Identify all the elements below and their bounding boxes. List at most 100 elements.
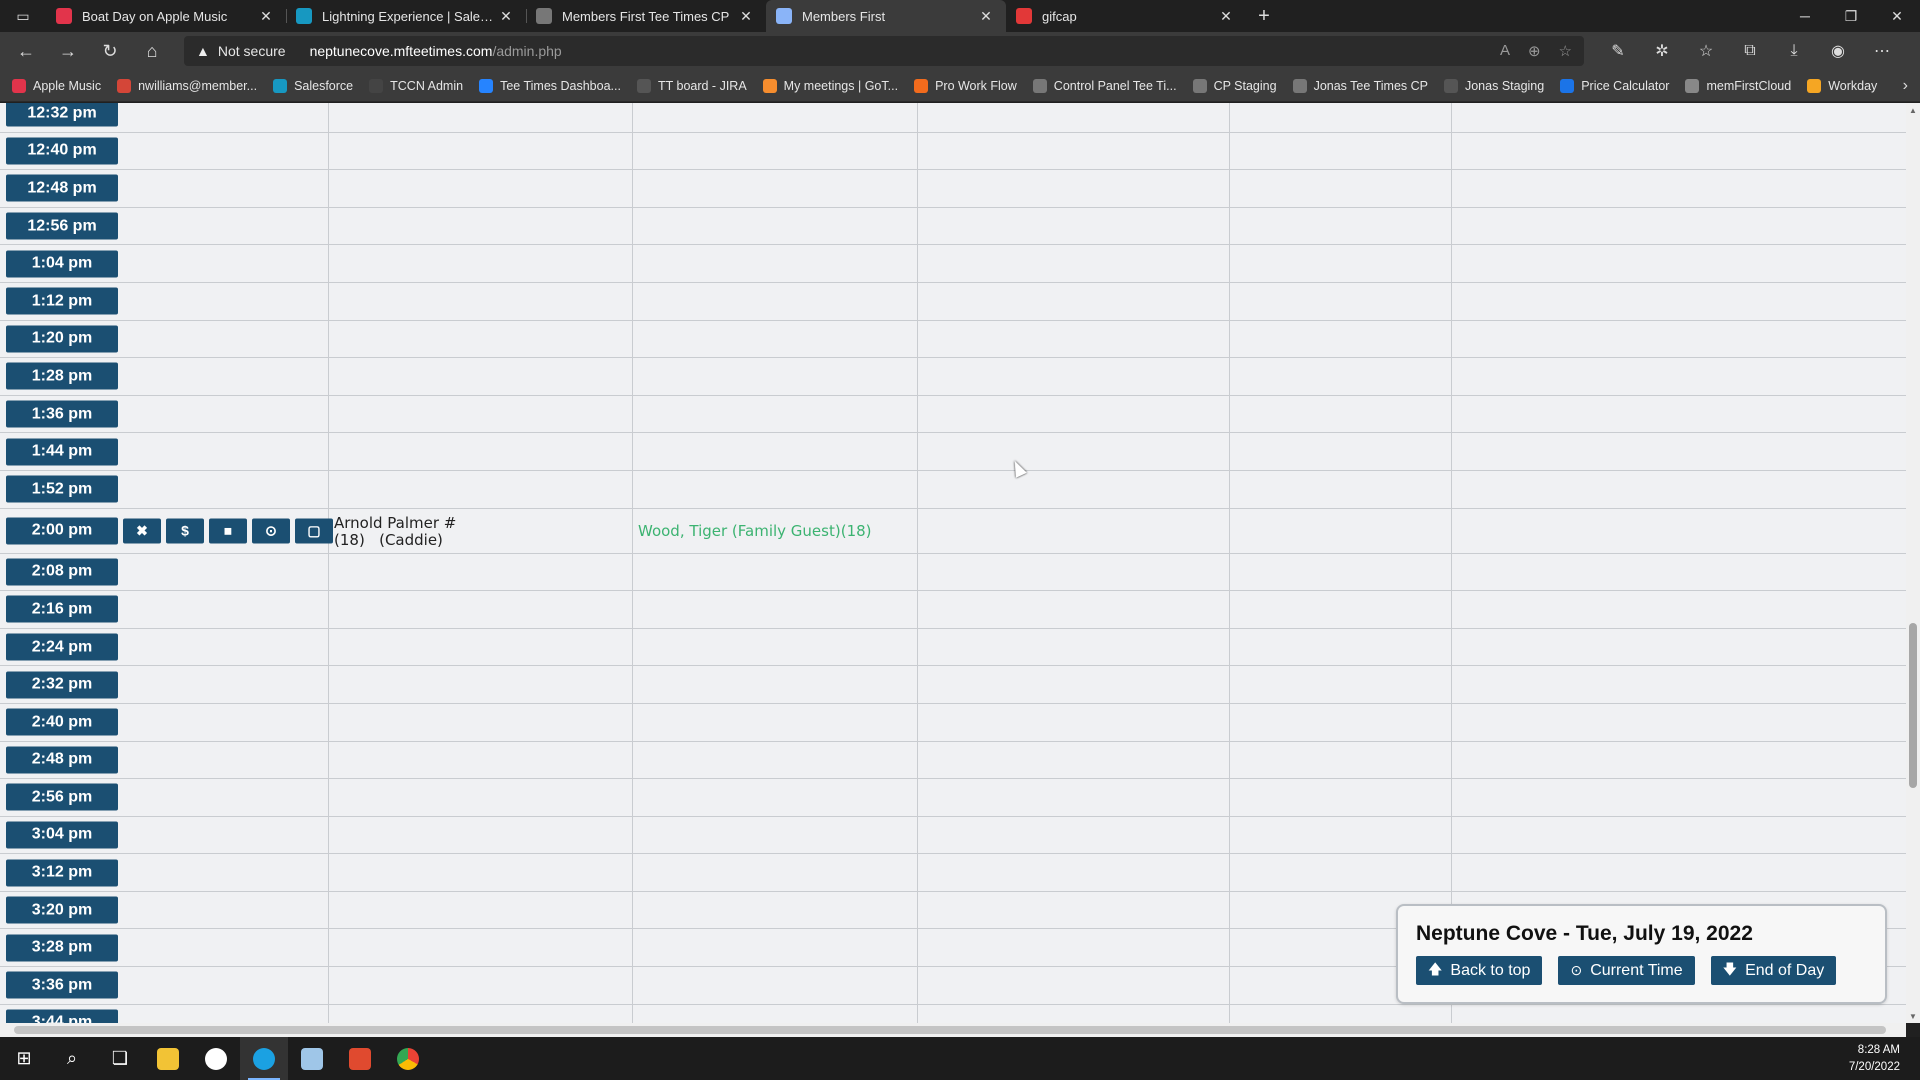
player-slot-4[interactable] <box>1230 470 1452 508</box>
player-slot-2[interactable] <box>633 395 918 433</box>
notepad-icon[interactable] <box>288 1037 336 1080</box>
extensions-puzzle-icon[interactable]: ✲ <box>1640 36 1684 66</box>
home-button[interactable]: ⌂ <box>134 36 170 66</box>
player-slot-3[interactable] <box>918 929 1230 967</box>
tee-time-button[interactable]: 2:00 pm <box>6 517 118 545</box>
new-tab-button[interactable]: + <box>1246 0 1282 32</box>
bookmark-item[interactable]: Jonas Tee Times CP <box>1292 78 1428 93</box>
player-slot-1[interactable] <box>329 628 633 666</box>
tab-0[interactable]: Boat Day on Apple Music ✕ <box>46 0 286 32</box>
zoom-icon[interactable]: ⊕ <box>1528 42 1541 60</box>
player-slot-4[interactable] <box>1230 816 1452 854</box>
notes-slot[interactable] <box>1452 854 1906 891</box>
bookmark-item[interactable]: memFirstCloud <box>1685 78 1791 93</box>
player-slot-2[interactable] <box>633 103 918 132</box>
scroll-down-icon[interactable]: ▼ <box>1906 1009 1920 1023</box>
notes-slot[interactable] <box>1452 433 1906 470</box>
system-clock[interactable]: 8:28 AM 7/20/2022 <box>1849 1042 1900 1076</box>
back-button[interactable]: ← <box>8 36 44 66</box>
tab-3[interactable]: Members First ✕ <box>766 0 1006 32</box>
notes-slot[interactable] <box>1452 471 1906 508</box>
horizontal-scroll-thumb[interactable] <box>14 1026 1886 1034</box>
notes-slot[interactable] <box>1452 742 1906 779</box>
player-slot-3[interactable] <box>918 666 1230 703</box>
notes-slot[interactable] <box>1452 103 1906 132</box>
notes-slot[interactable] <box>1452 1005 1906 1023</box>
restore-icon[interactable]: ❐ <box>1828 0 1874 32</box>
player-slot-3[interactable] <box>918 245 1230 282</box>
player-slot-1[interactable]: Arnold Palmer # (18) (Caddie) <box>329 508 633 553</box>
player-slot-3[interactable] <box>918 170 1230 207</box>
tee-time-button[interactable]: 3:44 pm <box>6 1009 118 1023</box>
player-slot-2[interactable] <box>633 741 918 779</box>
player-slot-4[interactable] <box>1230 132 1452 170</box>
close-tab-icon[interactable]: ✕ <box>976 8 996 25</box>
horizontal-scrollbar[interactable] <box>0 1023 1906 1037</box>
notes-slot[interactable] <box>1452 779 1906 816</box>
player-slot-1[interactable] <box>329 395 633 433</box>
player-slot-1[interactable] <box>329 703 633 741</box>
bookmark-item[interactable]: Control Panel Tee Ti... <box>1032 78 1177 93</box>
player-slot-3[interactable] <box>918 553 1230 591</box>
player-slot-3[interactable] <box>918 103 1230 132</box>
extension-icon[interactable]: ✎ <box>1596 36 1640 66</box>
guest-name[interactable]: Wood, Tiger (Family Guest)(18) <box>638 522 872 540</box>
tee-time-button[interactable]: 1:44 pm <box>6 438 118 466</box>
player-slot-2[interactable] <box>633 358 918 395</box>
player-slot-2[interactable] <box>633 282 918 320</box>
tab-2[interactable]: Members First Tee Times CP ✕ <box>526 0 766 32</box>
bookmark-item[interactable]: Apple Music <box>12 78 101 93</box>
tee-time-button[interactable]: 2:08 pm <box>6 558 118 586</box>
player-slot-2[interactable] <box>633 170 918 207</box>
player-slot-4[interactable] <box>1230 628 1452 666</box>
player-slot-2[interactable]: Wood, Tiger (Family Guest)(18) <box>633 508 918 553</box>
tee-time-button[interactable]: 1:20 pm <box>6 325 118 353</box>
tee-time-button[interactable]: 2:48 pm <box>6 746 118 774</box>
tee-time-button[interactable]: 2:16 pm <box>6 595 118 623</box>
close-window-icon[interactable]: ✕ <box>1874 0 1920 32</box>
player-slot-1[interactable] <box>329 854 633 891</box>
player-slot-3[interactable] <box>918 628 1230 666</box>
tee-time-button[interactable]: 3:36 pm <box>6 971 118 999</box>
player-slot-2[interactable] <box>633 591 918 628</box>
bookmarks-more-icon[interactable]: › <box>1903 77 1908 95</box>
tee-time-button[interactable]: 1:04 pm <box>6 250 118 278</box>
player-slot-4[interactable] <box>1230 207 1452 245</box>
note-icon[interactable]: ▢ <box>295 518 333 544</box>
task-view-icon[interactable]: ❏ <box>96 1037 144 1080</box>
close-tab-icon[interactable]: ✕ <box>256 8 276 25</box>
r-app-icon[interactable] <box>336 1037 384 1080</box>
player-slot-1[interactable] <box>329 433 633 470</box>
player-slot-1[interactable] <box>329 891 633 929</box>
read-aloud-icon[interactable]: A <box>1500 42 1510 60</box>
player-slot-1[interactable] <box>329 967 633 1004</box>
player-slot-2[interactable] <box>633 553 918 591</box>
timer-icon[interactable]: ⊙ <box>252 518 290 544</box>
tee-time-button[interactable]: 2:56 pm <box>6 783 118 811</box>
cancel-booking-icon[interactable]: ✖ <box>123 518 161 544</box>
refresh-button[interactable]: ↻ <box>92 36 128 66</box>
player-slot-2[interactable] <box>633 779 918 816</box>
player-slot-2[interactable] <box>633 245 918 282</box>
player-slot-4[interactable] <box>1230 103 1452 132</box>
player-slot-4[interactable] <box>1230 591 1452 628</box>
downloads-icon[interactable]: ⤓ <box>1772 36 1816 66</box>
notes-slot[interactable] <box>1452 817 1906 854</box>
bookmark-item[interactable]: My meetings | GoT... <box>762 78 898 93</box>
player-slot-3[interactable] <box>918 779 1230 816</box>
player-slot-2[interactable] <box>633 666 918 703</box>
tee-time-button[interactable]: 12:56 pm <box>6 212 118 240</box>
player-slot-2[interactable] <box>633 132 918 170</box>
tee-time-button[interactable]: 1:36 pm <box>6 400 118 428</box>
player-slot-2[interactable] <box>633 433 918 470</box>
player-slot-3[interactable] <box>918 358 1230 395</box>
collections-icon[interactable]: ⧉ <box>1728 36 1772 66</box>
player-slot-1[interactable] <box>329 320 633 358</box>
edge-browser-icon[interactable] <box>240 1037 288 1080</box>
player-slot-1[interactable] <box>329 170 633 207</box>
tee-time-button[interactable]: 12:48 pm <box>6 174 118 202</box>
payment-icon[interactable]: $ <box>166 518 204 544</box>
bookmark-item[interactable]: Tee Times Dashboa... <box>479 78 621 93</box>
profile-avatar-icon[interactable]: ◉ <box>1816 36 1860 66</box>
player-slot-4[interactable] <box>1230 282 1452 320</box>
